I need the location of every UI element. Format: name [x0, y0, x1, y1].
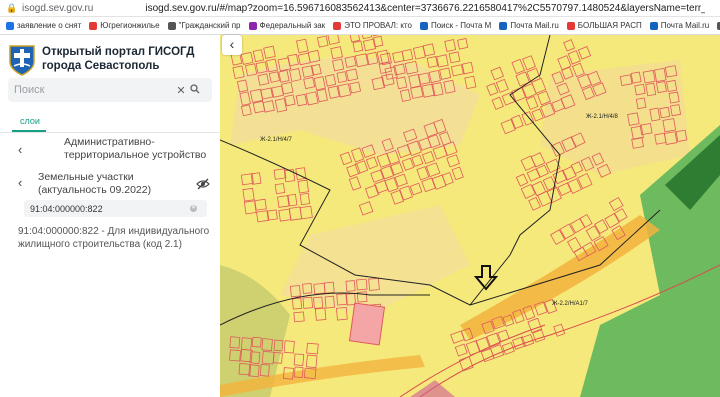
parcel-result[interactable]: 91:04:000000:822 - Для индивидуального ж…: [18, 225, 214, 251]
bookmark-label: Почта Mail.ru: [660, 21, 710, 30]
address-bar[interactable]: 🔒 isogd.sev.gov.ru isogd.sev.gov.ru/#/ma…: [0, 0, 720, 17]
bookmark-favicon-icon: [333, 21, 342, 30]
sevastopol-coat-of-arms-logo: [9, 45, 35, 76]
map-svg[interactable]: Ж-2.1/Н/4/7 Ж-2.1/Н/4/8 Ж-2.2/Н/А1/7: [220, 35, 720, 397]
chevron-left-icon[interactable]: ‹: [18, 142, 22, 157]
domain-label: isogd.sev.gov.ru: [22, 2, 94, 14]
layer-admin-label[interactable]: Административно-территориальное устройст…: [64, 136, 214, 162]
sidebar: Открытый портал ГИСОГД города Севастопол…: [0, 35, 220, 397]
bookmark-item[interactable]: Федеральный зак: [248, 21, 326, 30]
bookmark-item[interactable]: Почта Mail.ru: [499, 21, 559, 30]
parcel-filter-input[interactable]: [30, 203, 190, 214]
url-text[interactable]: isogd.sev.gov.ru/#/map?zoom=16.596716083…: [145, 3, 705, 14]
lock-icon: 🔒: [6, 3, 18, 13]
bookmark-favicon-icon: [566, 21, 575, 30]
bookmark-favicon-icon: [167, 21, 176, 30]
tab-active-indicator: [12, 130, 46, 132]
tab-layers[interactable]: слои: [20, 116, 40, 126]
bookmark-favicon-icon: [6, 21, 14, 30]
map-canvas[interactable]: Ж-2.1/Н/4/7 Ж-2.1/Н/4/8 Ж-2.2/Н/А1/7: [220, 35, 720, 397]
bookmark-item[interactable]: Югрегионжилье: [89, 21, 160, 30]
search-box[interactable]: ✕: [8, 78, 212, 102]
bookmark-label: Югрегионжилье: [100, 21, 160, 30]
bookmark-label: Поиск - Почта M: [430, 21, 492, 30]
zone-label: Ж-2.1/Н/4/7: [260, 137, 293, 143]
bookmark-label: заявление о снят: [17, 21, 82, 30]
eye-off-icon[interactable]: [196, 178, 210, 190]
tabs-divider: [0, 132, 220, 133]
bookmark-favicon-icon: [419, 21, 428, 30]
zone-label: Ж-2.2/Н/А1/7: [552, 301, 589, 307]
bookmark-item[interactable]: "Гражданский пр: [167, 21, 241, 30]
highlighted-parcel[interactable]: [348, 302, 386, 346]
chevron-left-icon[interactable]: ‹: [18, 175, 22, 190]
bookmark-item[interactable]: Поиск - Почта M: [419, 21, 492, 30]
bookmark-item[interactable]: заявление о снят: [6, 21, 81, 30]
bookmark-favicon-icon: [649, 21, 658, 30]
portal-title: Открытый портал ГИСОГД города Севастопол…: [42, 46, 195, 72]
clear-icon[interactable]: ✕: [190, 205, 197, 212]
bookmark-item[interactable]: БОЛЬШАЯ РАСП: [566, 21, 642, 30]
collapse-sidebar-button[interactable]: ‹: [222, 35, 242, 55]
close-icon[interactable]: ✕: [174, 84, 188, 97]
parcel-filter-field[interactable]: ✕: [24, 200, 207, 217]
search-icon[interactable]: [188, 83, 202, 97]
bookmark-label: БОЛЬШАЯ РАСП: [577, 21, 642, 30]
layer-land-label[interactable]: Земельные участки (актуальность 09.2022): [38, 171, 188, 197]
bookmark-favicon-icon: [248, 21, 257, 30]
bookmarks-bar: заявление о снят Югрегионжилье "Граждански…: [0, 17, 720, 35]
search-input[interactable]: [14, 84, 174, 96]
bookmark-item[interactable]: Почта Mail.ru: [649, 21, 710, 30]
bookmark-favicon-icon: [89, 21, 98, 30]
bookmark-label: Почта Mail.ru: [510, 21, 559, 30]
bookmark-favicon-icon: [499, 21, 508, 30]
bookmark-label: Федеральный зак: [259, 21, 326, 30]
bookmark-label: "Гражданский пр: [178, 21, 241, 30]
bookmark-label: ЭТО ПРОВАЛ: кто: [344, 21, 412, 30]
bookmark-item[interactable]: ЭТО ПРОВАЛ: кто: [333, 21, 412, 30]
zone-label: Ж-2.1/Н/4/8: [586, 114, 619, 120]
